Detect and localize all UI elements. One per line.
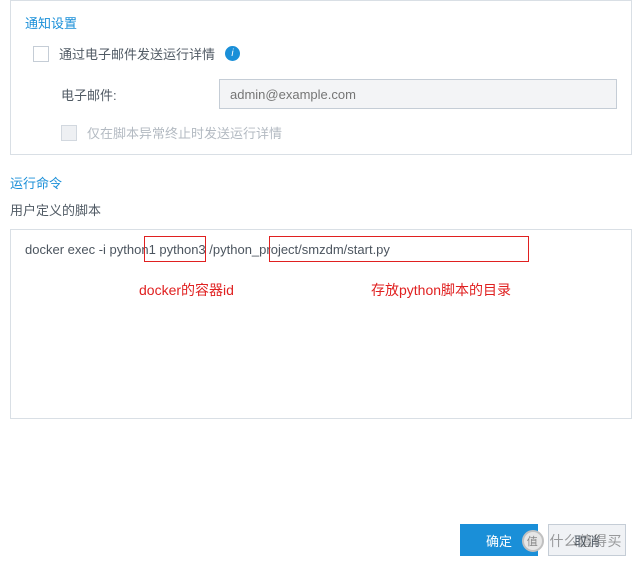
cancel-button[interactable]: 取消 <box>548 524 626 556</box>
command-title: 运行命令 <box>10 173 640 192</box>
email-field[interactable] <box>219 79 617 109</box>
checkbox-unchecked-icon[interactable] <box>33 46 49 62</box>
email-notify-label: 通过电子邮件发送运行详情 <box>59 44 215 63</box>
email-row: 电子邮件: <box>61 79 617 109</box>
email-notify-checkbox-row[interactable]: 通过电子邮件发送运行详情 i <box>33 44 617 63</box>
highlight-box-script-path <box>269 236 529 262</box>
notification-settings-panel: 通知设置 通过电子邮件发送运行详情 i 电子邮件: 仅在脚本异常终止时发送运行详… <box>10 0 632 155</box>
annotation-container-id: docker的容器id <box>139 280 234 300</box>
ok-button[interactable]: 确定 <box>460 524 538 556</box>
email-label: 电子邮件: <box>61 85 219 104</box>
abnormal-only-label: 仅在脚本异常终止时发送运行详情 <box>87 123 282 142</box>
highlight-box-container-id <box>144 236 206 262</box>
button-row: 确定 取消 <box>0 524 640 556</box>
checkbox-disabled-icon <box>61 125 77 141</box>
abnormal-only-row: 仅在脚本异常终止时发送运行详情 <box>61 123 617 142</box>
script-textarea[interactable]: docker exec -i python1 python3 /python_p… <box>10 229 632 419</box>
notification-title: 通知设置 <box>25 13 617 32</box>
user-script-label: 用户定义的脚本 <box>10 200 640 219</box>
annotation-script-path: 存放python脚本的目录 <box>371 280 511 300</box>
info-icon[interactable]: i <box>225 46 240 61</box>
